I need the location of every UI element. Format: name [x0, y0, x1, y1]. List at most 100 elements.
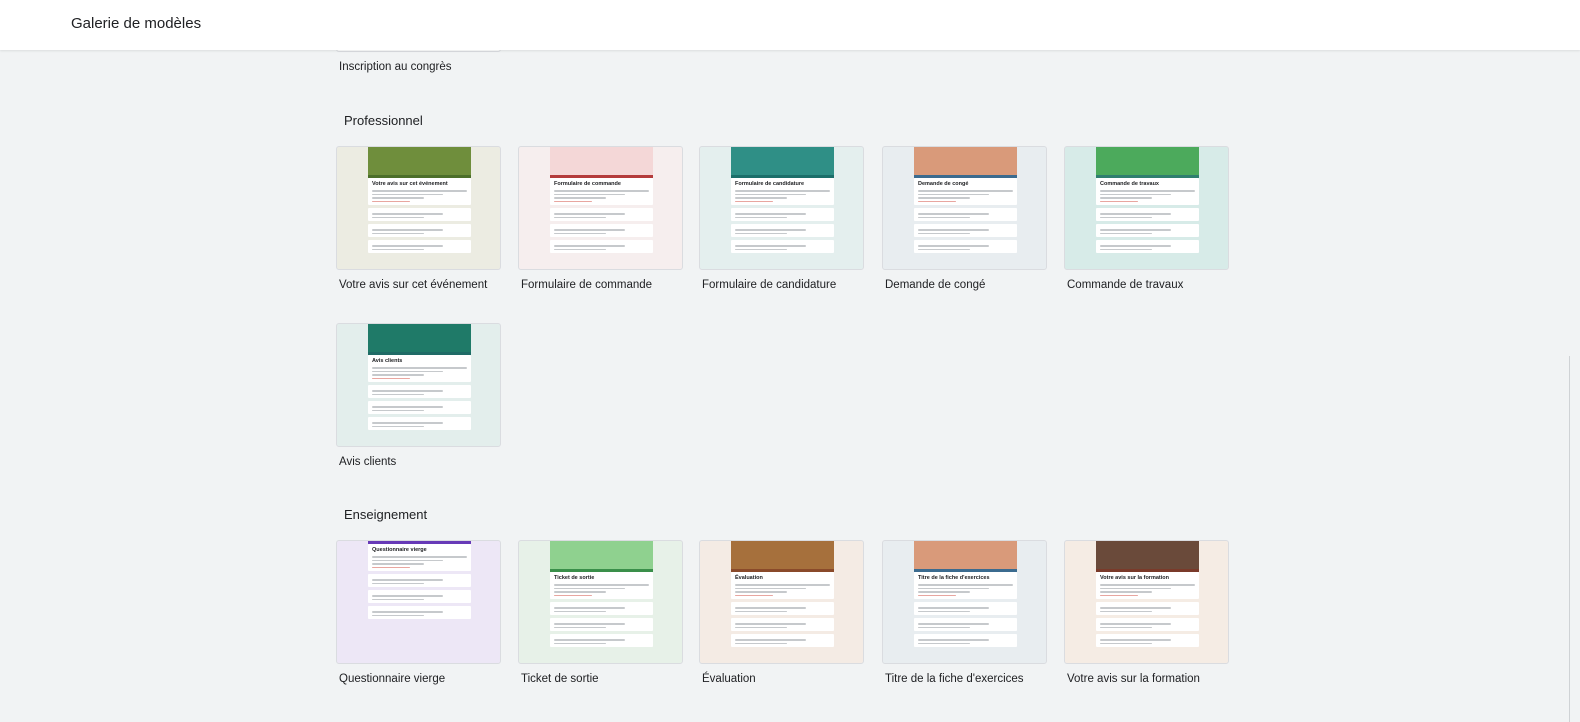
template-card[interactable]: Titre de la fiche d'exercices	[882, 540, 1047, 664]
template-card[interactable]: Évaluation	[699, 540, 864, 664]
preview-text-line	[372, 566, 410, 568]
template-card[interactable]: Votre avis sur cet événement	[336, 146, 501, 270]
scrollbar-track[interactable]	[1569, 356, 1570, 722]
preview-text-line	[1100, 216, 1153, 218]
preview-header-block: Formulaire de candidature	[731, 178, 834, 205]
preview-text-line	[735, 626, 788, 628]
template-label-partial: Inscription au congrès	[339, 61, 452, 73]
preview-question-block	[914, 634, 1017, 647]
template-label[interactable]: Commande de travaux	[1067, 279, 1183, 291]
preview-text-line	[554, 248, 607, 250]
preview-title: Demande de congé	[918, 181, 969, 187]
preview-text-line	[1100, 248, 1153, 250]
template-label[interactable]: Titre de la fiche d'exercices	[885, 673, 1024, 685]
preview-text-line	[1100, 623, 1172, 625]
preview-title: Votre avis sur la formation	[1100, 575, 1169, 581]
preview-banner	[1096, 147, 1199, 175]
preview-text-line	[735, 216, 788, 218]
preview-text-line	[554, 594, 592, 596]
preview-text-line	[918, 591, 971, 593]
top-bar: Galerie de modèles	[0, 0, 1580, 50]
preview-text-line	[372, 197, 425, 199]
preview-text-line	[554, 190, 649, 192]
preview-text-line	[372, 614, 425, 616]
preview-text-line	[918, 584, 1013, 586]
preview-question-block	[368, 401, 471, 414]
template-label[interactable]: Demande de congé	[885, 279, 985, 291]
template-label[interactable]: Ticket de sortie	[521, 673, 599, 685]
preview-text-line	[1100, 232, 1153, 234]
preview-question-block	[1096, 602, 1199, 615]
preview-text-line	[735, 639, 807, 641]
template-card[interactable]: Avis clients	[336, 323, 501, 447]
preview-text-line	[735, 248, 788, 250]
template-card[interactable]: Formulaire de candidature	[699, 146, 864, 270]
preview-text-line	[372, 611, 444, 613]
preview-text-line	[735, 584, 830, 586]
preview-text-line	[372, 200, 410, 202]
preview-text-line	[918, 639, 990, 641]
preview-text-line	[372, 595, 444, 597]
preview-text-line	[1100, 584, 1195, 586]
preview-text-line	[735, 607, 807, 609]
preview-text-line	[1100, 200, 1138, 202]
preview-text-line	[372, 193, 444, 195]
preview-text-line	[372, 213, 444, 215]
template-label[interactable]: Évaluation	[702, 673, 756, 685]
preview-question-block	[550, 208, 653, 221]
template-preview: Votre avis sur la formation	[1096, 541, 1199, 663]
preview-question-block	[914, 208, 1017, 221]
preview-header-block: Demande de congé	[914, 178, 1017, 205]
template-label[interactable]: Votre avis sur cet événement	[339, 279, 487, 291]
preview-text-line	[554, 245, 626, 247]
template-preview: Demande de congé	[914, 147, 1017, 269]
template-card[interactable]: Ticket de sortie	[518, 540, 683, 664]
preview-text-line	[1100, 591, 1153, 593]
preview-question-block	[731, 602, 834, 615]
preview-question-block	[1096, 618, 1199, 631]
preview-title: Ticket de sortie	[554, 575, 595, 581]
preview-text-line	[1100, 642, 1153, 644]
preview-question-block	[368, 240, 471, 253]
preview-text-line	[1100, 197, 1153, 199]
preview-text-line	[372, 248, 425, 250]
template-label[interactable]: Votre avis sur la formation	[1067, 673, 1200, 685]
preview-text-line	[1100, 607, 1172, 609]
preview-text-line	[554, 232, 607, 234]
preview-title: Titre de la fiche d'exercices	[918, 575, 990, 581]
preview-question-block	[550, 634, 653, 647]
template-label[interactable]: Questionnaire vierge	[339, 673, 445, 685]
preview-text-line	[735, 190, 830, 192]
template-card[interactable]: Demande de congé	[882, 146, 1047, 270]
template-card[interactable]: Formulaire de commande	[518, 146, 683, 270]
preview-text-line	[372, 367, 467, 369]
preview-text-line	[554, 197, 607, 199]
preview-question-block	[731, 224, 834, 237]
template-label[interactable]: Formulaire de candidature	[702, 279, 836, 291]
preview-text-line	[1100, 190, 1195, 192]
preview-text-line	[372, 409, 425, 411]
preview-question-block	[731, 208, 834, 221]
template-label[interactable]: Avis clients	[339, 456, 396, 468]
preview-title: Formulaire de candidature	[735, 181, 805, 187]
preview-text-line	[554, 607, 626, 609]
preview-text-line	[1100, 587, 1172, 589]
preview-text-line	[735, 213, 807, 215]
template-card[interactable]: Commande de travaux	[1064, 146, 1229, 270]
preview-text-line	[918, 607, 990, 609]
template-card[interactable]: Votre avis sur la formation	[1064, 540, 1229, 664]
preview-question-block	[731, 634, 834, 647]
preview-text-line	[918, 200, 956, 202]
preview-text-line	[1100, 229, 1172, 231]
template-label[interactable]: Formulaire de commande	[521, 279, 652, 291]
preview-text-line	[735, 642, 788, 644]
preview-title: Commande de travaux	[1100, 181, 1159, 187]
preview-header-block: Titre de la fiche d'exercices	[914, 572, 1017, 599]
preview-text-line	[918, 594, 956, 596]
preview-question-block	[550, 224, 653, 237]
template-card[interactable]: Questionnaire vierge	[336, 540, 501, 664]
preview-text-line	[554, 216, 607, 218]
preview-text-line	[918, 216, 971, 218]
preview-question-block	[1096, 634, 1199, 647]
section-title: Professionnel	[344, 113, 423, 128]
